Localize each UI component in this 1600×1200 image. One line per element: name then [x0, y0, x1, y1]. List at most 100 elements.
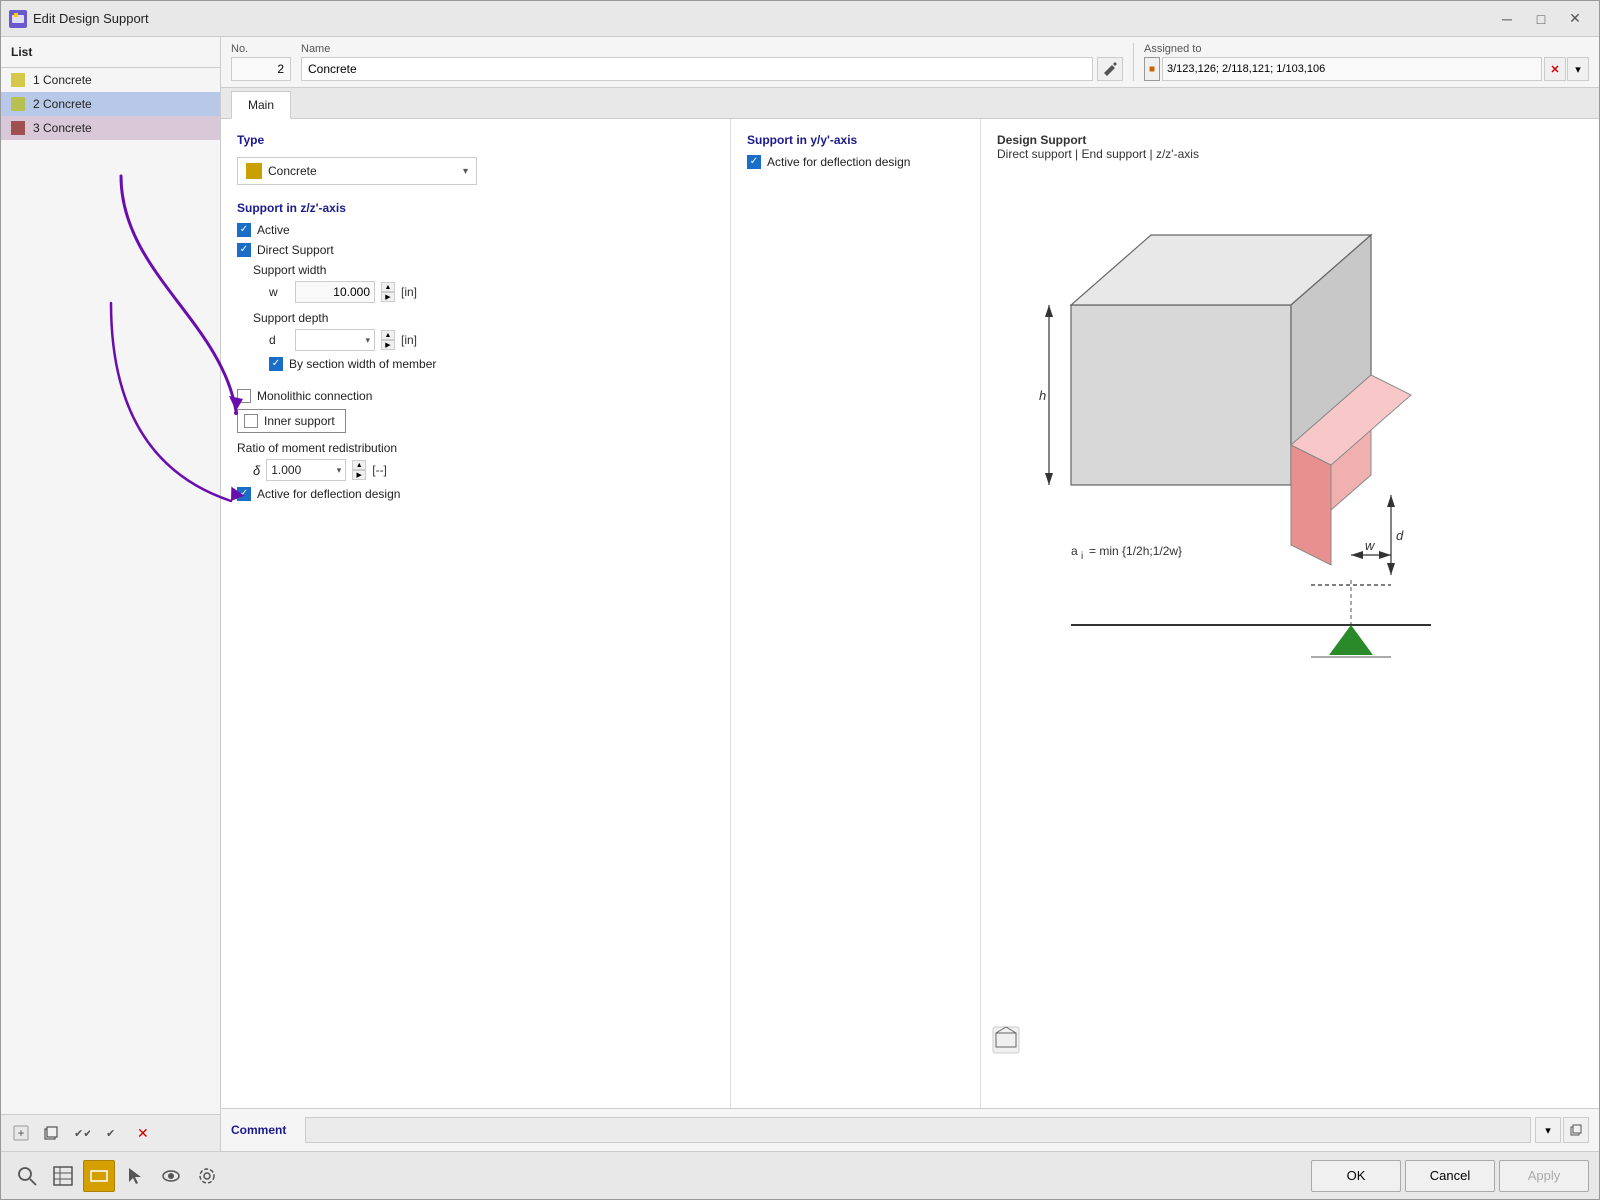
assigned-input[interactable]: [1162, 57, 1542, 81]
comment-input[interactable]: [305, 1117, 1531, 1143]
edit-name-button[interactable]: [1097, 57, 1123, 81]
type-section: Type Concrete ▾: [237, 133, 714, 185]
direct-support-checkbox-row[interactable]: Direct Support: [237, 243, 714, 257]
comment-dropdown-button[interactable]: ▾: [1535, 1117, 1561, 1143]
diagram-area: h a i = min {1/2h;1/2w} w: [981, 175, 1599, 1108]
main-window: Edit Design Support ─ □ ✕ List 1 Concret…: [0, 0, 1600, 1200]
type-dropdown[interactable]: Concrete ▾: [237, 157, 477, 185]
list-items: 1 Concrete 2 Concrete 3 Concrete: [1, 68, 220, 1114]
ok-button[interactable]: OK: [1311, 1160, 1401, 1192]
no-label: No.: [231, 43, 291, 55]
delta-up-button[interactable]: ▲: [352, 460, 366, 470]
eye-button[interactable]: [155, 1160, 187, 1192]
list-item-label-1: 1 Concrete: [33, 73, 92, 87]
design-info-sub: Direct support | End support | z/z'-axis: [997, 147, 1583, 161]
support-depth-group: Support depth d ▾ ▲ ▶: [253, 311, 714, 371]
left-panel-toolbar: + ✔✔ ✔ ✕: [1, 1114, 220, 1151]
active-deflection-zz-row[interactable]: Active for deflection design: [237, 487, 714, 501]
monolithic-checkbox[interactable]: [237, 389, 251, 403]
support-zz-section: Support in z/z'-axis Active Direct Suppo…: [237, 201, 714, 501]
w-up-button[interactable]: ▲: [381, 282, 395, 292]
inner-support-row[interactable]: Inner support: [237, 409, 346, 433]
list-item[interactable]: 3 Concrete: [1, 116, 220, 140]
pointer-button[interactable]: [119, 1160, 151, 1192]
maximize-button[interactable]: □: [1525, 7, 1557, 31]
type-title: Type: [237, 133, 714, 147]
delta-arrow-icon: ▾: [337, 465, 342, 476]
active-deflection-yy-checkbox[interactable]: [747, 155, 761, 169]
assigned-clear-button[interactable]: ✕: [1544, 57, 1566, 81]
assigned-dropdown-button[interactable]: ▾: [1567, 57, 1589, 81]
check-all-button[interactable]: ✔✔: [67, 1119, 95, 1147]
by-section-row: By section width of member: [269, 357, 714, 371]
table-button[interactable]: [47, 1160, 79, 1192]
item-color-1: [11, 73, 25, 87]
design-info-title: Design Support: [997, 133, 1583, 147]
delta-down-button[interactable]: ▶: [352, 470, 366, 480]
active-deflection-yy-label: Active for deflection design: [767, 155, 910, 169]
support-depth-label: Support depth: [253, 311, 714, 325]
active-deflection-zz-checkbox[interactable]: [237, 487, 251, 501]
d-dropdown[interactable]: ▾: [295, 329, 375, 351]
tab-main[interactable]: Main: [231, 91, 291, 119]
check-button[interactable]: ✔: [97, 1119, 125, 1147]
comment-copy-button[interactable]: [1563, 1117, 1589, 1143]
design-info: Design Support Direct support | End supp…: [981, 119, 1599, 175]
settings-button[interactable]: [191, 1160, 223, 1192]
monolithic-checkbox-row[interactable]: Monolithic connection: [237, 389, 714, 403]
rect-button[interactable]: [83, 1160, 115, 1192]
copy-item-button[interactable]: [37, 1119, 65, 1147]
active-deflection-yy-row[interactable]: Active for deflection design: [747, 155, 964, 169]
w-spinner: ▲ ▶: [381, 282, 395, 302]
svg-text:✔: ✔: [106, 1128, 115, 1140]
ratio-label: Ratio of moment redistribution: [237, 441, 714, 455]
svg-text:a: a: [1071, 544, 1078, 558]
cancel-button[interactable]: Cancel: [1405, 1160, 1495, 1192]
by-section-checkbox[interactable]: [269, 357, 283, 371]
support-yy-section: Support in y/y'-axis Active for deflecti…: [747, 133, 964, 169]
apply-button[interactable]: Apply: [1499, 1160, 1589, 1192]
name-field: [301, 57, 1123, 81]
support-width-label: Support width: [253, 263, 714, 277]
content-area: Type Concrete ▾ Support in z/z'-axis Act…: [221, 119, 1599, 1108]
bottom-toolbar: OK Cancel Apply: [1, 1151, 1599, 1199]
app-icon: [9, 10, 27, 28]
delta-label: δ: [253, 463, 260, 478]
support-zz-title: Support in z/z'-axis: [237, 201, 714, 215]
direct-support-checkbox[interactable]: [237, 243, 251, 257]
no-input[interactable]: [231, 57, 291, 81]
list-item[interactable]: 1 Concrete: [1, 68, 220, 92]
window-title: Edit Design Support: [33, 11, 1485, 26]
left-panel: List 1 Concrete 2 Concrete 3 Concrete: [1, 37, 221, 1151]
d-down-button[interactable]: ▶: [381, 340, 395, 350]
delta-value: 1.000: [271, 463, 334, 477]
dropdown-arrow-icon: ▾: [463, 166, 468, 177]
delete-button[interactable]: ✕: [127, 1119, 155, 1147]
add-item-button[interactable]: +: [7, 1119, 35, 1147]
by-section-checkbox-row[interactable]: By section width of member: [269, 357, 714, 371]
delta-spinner: ▲ ▶: [352, 460, 366, 480]
inner-support-checkbox[interactable]: [244, 414, 258, 428]
header-row: No. Name Assigned to: [221, 37, 1599, 88]
delta-row: δ 1.000 ▾ ▲ ▶ [--]: [253, 459, 714, 481]
w-down-button[interactable]: ▶: [381, 292, 395, 302]
minimize-button[interactable]: ─: [1491, 7, 1523, 31]
active-checkbox-row[interactable]: Active: [237, 223, 714, 237]
diagram-icon-button[interactable]: [991, 1025, 1021, 1058]
active-checkbox[interactable]: [237, 223, 251, 237]
list-item[interactable]: 2 Concrete: [1, 92, 220, 116]
d-up-button[interactable]: ▲: [381, 330, 395, 340]
search-button[interactable]: [11, 1160, 43, 1192]
no-field-group: No.: [231, 43, 291, 81]
name-input[interactable]: [301, 57, 1093, 81]
svg-text:✔✔: ✔✔: [74, 1128, 90, 1140]
comment-section: Comment ▾: [221, 1108, 1599, 1151]
delta-dropdown[interactable]: 1.000 ▾: [266, 459, 346, 481]
assigned-section: Assigned to ✕ ▾: [1133, 43, 1589, 81]
w-input[interactable]: [295, 281, 375, 303]
right-area: No. Name Assigned to: [221, 37, 1599, 1151]
d-spinner: ▲ ▶: [381, 330, 395, 350]
mid-content: Support in y/y'-axis Active for deflecti…: [731, 119, 981, 1108]
d-dropdown-arrow-icon: ▾: [365, 335, 370, 346]
close-button[interactable]: ✕: [1559, 7, 1591, 31]
